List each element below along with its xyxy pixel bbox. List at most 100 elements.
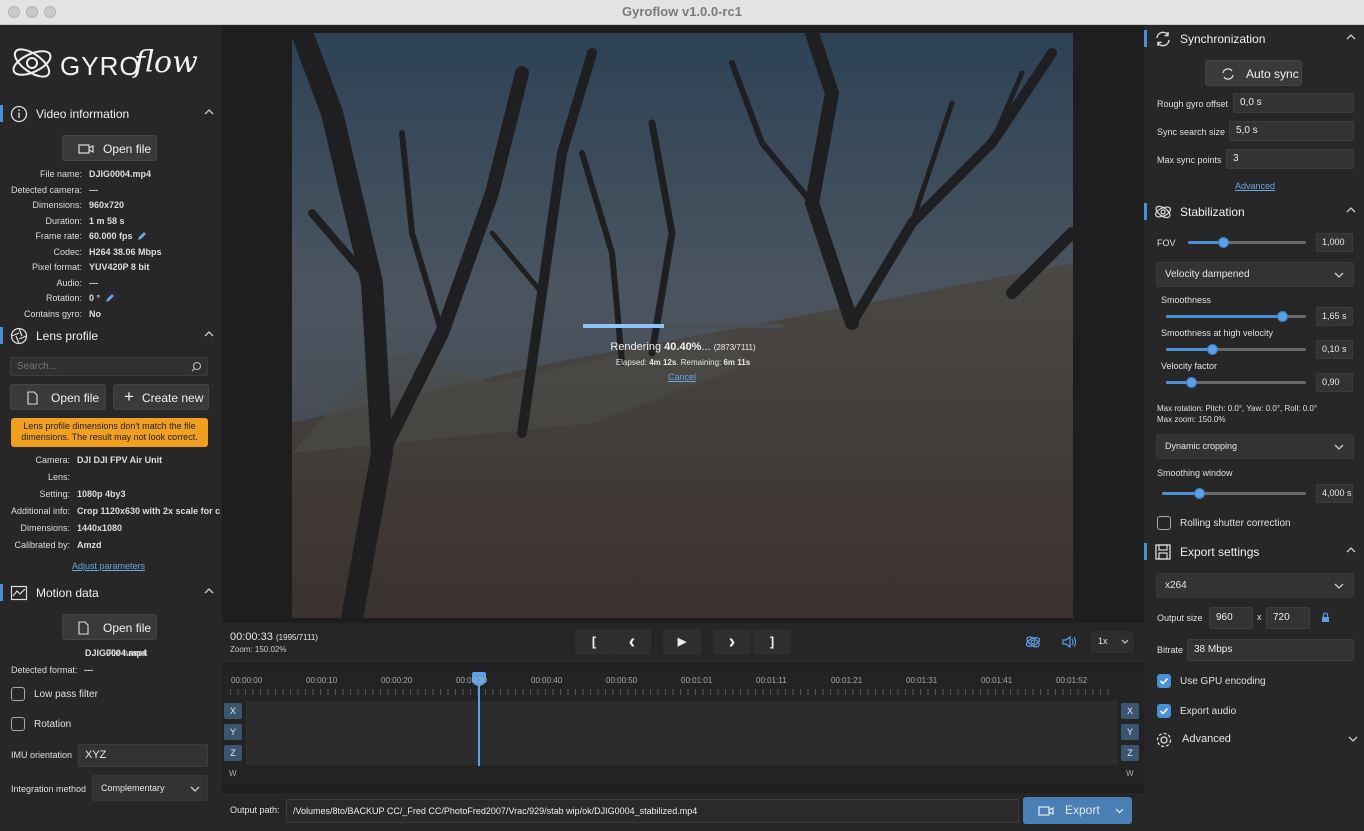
gyro-chart-area <box>246 701 1118 765</box>
lens-search-field[interactable] <box>17 358 187 375</box>
lens-info-value: 1080p 4by3 <box>77 489 126 499</box>
lens-info-key: Calibrated by: <box>14 540 70 550</box>
high-velocity-slider[interactable] <box>1166 344 1306 355</box>
next-frame-button[interactable]: › <box>713 629 751 655</box>
lens-open-file-button[interactable]: Open file <box>10 384 106 410</box>
fov-value[interactable]: 1,000 <box>1316 233 1353 252</box>
rolling-shutter-checkbox[interactable] <box>1157 516 1171 530</box>
axis-toggle-w[interactable]: W <box>1126 769 1134 778</box>
lens-search-input[interactable] <box>10 357 208 376</box>
axis-toggle-z[interactable]: Z <box>1121 745 1139 761</box>
smoothness-slider[interactable] <box>1166 311 1306 322</box>
axis-toggle-y[interactable]: Y <box>224 724 242 740</box>
output-width-input[interactable]: 960 <box>1209 607 1253 629</box>
timeline-playhead[interactable] <box>471 672 486 766</box>
chevron-down-icon <box>1334 444 1344 450</box>
output-path-input[interactable]: /Volumes/8to/BACKUP CC/_Fred CC/PhotoFre… <box>286 799 1019 823</box>
chevron-up-icon[interactable] <box>1346 205 1356 215</box>
chevron-up-icon[interactable] <box>204 586 214 596</box>
right-panel: Synchronization Auto sync Rough gyro off… <box>1144 25 1364 831</box>
edit-framerate-icon[interactable] <box>137 231 147 241</box>
max-zoom-text: Max zoom: 150.0% <box>1157 415 1226 424</box>
chevron-up-icon[interactable] <box>1346 545 1356 555</box>
gpu-encoding-checkbox[interactable] <box>1157 674 1171 688</box>
cancel-render-link[interactable]: Cancel <box>668 372 696 382</box>
set-in-point-button[interactable]: [ <box>575 629 613 655</box>
export-options-chevron-icon[interactable] <box>1115 808 1124 814</box>
video-info-value: YUV420P 8 bit <box>89 262 150 272</box>
export-settings-header[interactable]: Export settings <box>1144 539 1364 565</box>
axis-toggle-x[interactable]: X <box>224 703 242 719</box>
timeline-tick-label: 00:01:21 <box>831 676 863 685</box>
render-progress-bar <box>583 324 783 328</box>
fov-slider-knob[interactable] <box>1218 237 1230 248</box>
left-panel: GYRO flow Video information Open file Le… <box>0 25 222 831</box>
imu-orientation-input[interactable]: XYZ <box>78 744 208 767</box>
motion-open-file-button[interactable]: Open file <box>62 614 157 640</box>
axis-toggle-y[interactable]: Y <box>1121 724 1139 740</box>
adjust-parameters-link[interactable]: Adjust parameters <box>72 561 145 571</box>
auto-sync-button[interactable]: Auto sync <box>1205 60 1302 86</box>
motion-graph-icon <box>10 585 28 601</box>
search-size-input[interactable]: 5,0 s <box>1229 121 1354 141</box>
playback-speed-select[interactable]: 1x <box>1090 631 1134 653</box>
lock-icon[interactable] <box>1321 612 1330 623</box>
video-info-value: 960x720 <box>89 200 125 210</box>
smoothness-value[interactable]: 1,65 s <box>1316 307 1353 326</box>
create-lens-button[interactable]: + Create new <box>113 384 209 410</box>
sync-advanced-link[interactable]: Advanced <box>1235 181 1275 191</box>
low-pass-checkbox[interactable] <box>11 687 25 701</box>
output-height-input[interactable]: 720 <box>1266 607 1310 629</box>
logo-script: flow <box>134 45 198 80</box>
rough-offset-input[interactable]: 0,0 s <box>1233 93 1354 113</box>
smoothness-slider-knob[interactable] <box>1277 311 1289 322</box>
lens-info-value: 1440x1080 <box>77 523 123 533</box>
high-velocity-value[interactable]: 0,10 s <box>1316 340 1353 359</box>
synchronization-header[interactable]: Synchronization <box>1144 26 1364 52</box>
window-title: Gyroflow v1.0.0-rc1 <box>622 4 742 19</box>
zoom-window-button[interactable] <box>44 6 56 18</box>
fov-slider[interactable] <box>1188 237 1306 248</box>
stabilization-header[interactable]: Stabilization <box>1144 199 1364 225</box>
axis-toggle-x[interactable]: X <box>1121 703 1139 719</box>
bitrate-input[interactable]: 38 Mbps <box>1187 639 1354 661</box>
smoothing-window-value[interactable]: 4,000 s <box>1316 484 1353 503</box>
advanced-export-header[interactable]: Advanced <box>1144 728 1364 752</box>
codec-select[interactable]: x264 <box>1156 573 1354 598</box>
max-points-input[interactable]: 3 <box>1226 149 1354 169</box>
rotation-checkbox[interactable] <box>11 717 25 731</box>
integration-method-select[interactable]: Complementary <box>92 775 208 801</box>
smoothing-window-slider[interactable] <box>1162 488 1306 499</box>
stabilization-toggle-icon[interactable] <box>1025 634 1041 650</box>
close-window-button[interactable] <box>8 6 20 18</box>
sync-icon <box>1156 31 1170 47</box>
motion-data-header[interactable]: Motion data <box>0 580 222 606</box>
velocity-factor-slider-knob[interactable] <box>1186 377 1198 388</box>
video-info-header[interactable]: Video information <box>0 101 222 127</box>
video-open-file-button[interactable]: Open file <box>62 135 157 161</box>
chevron-up-icon[interactable] <box>1346 32 1356 42</box>
velocity-factor-value[interactable]: 0,90 <box>1316 373 1353 392</box>
lens-profile-header[interactable]: Lens profile <box>0 323 222 349</box>
volume-icon[interactable] <box>1062 635 1078 649</box>
export-button[interactable]: Export <box>1023 797 1132 824</box>
previous-frame-button[interactable]: ‹ <box>613 629 651 655</box>
high-velocity-slider-knob[interactable] <box>1207 344 1219 355</box>
set-out-point-button[interactable]: ] <box>753 629 791 655</box>
chevron-up-icon[interactable] <box>204 107 214 117</box>
axis-toggle-z[interactable]: Z <box>224 745 242 761</box>
smoothing-window-slider-knob[interactable] <box>1194 488 1206 499</box>
lens-info-value: Amzd <box>77 540 102 550</box>
axis-toggle-w[interactable]: W <box>229 769 237 778</box>
smoothing-method-select[interactable]: Velocity dampened <box>1156 262 1354 287</box>
play-button[interactable]: ▶ <box>663 629 701 655</box>
chevron-up-icon[interactable] <box>204 329 214 339</box>
cropping-mode-select[interactable]: Dynamic cropping <box>1156 434 1354 459</box>
minimize-window-button[interactable] <box>26 6 38 18</box>
integration-method-label: Integration method <box>11 784 87 794</box>
export-audio-checkbox[interactable] <box>1157 704 1171 718</box>
video-info-value: H264 38.06 Mbps <box>89 246 162 257</box>
velocity-factor-slider[interactable] <box>1166 377 1306 388</box>
edit-rotation-icon[interactable] <box>105 293 115 303</box>
search-icon <box>191 361 202 372</box>
